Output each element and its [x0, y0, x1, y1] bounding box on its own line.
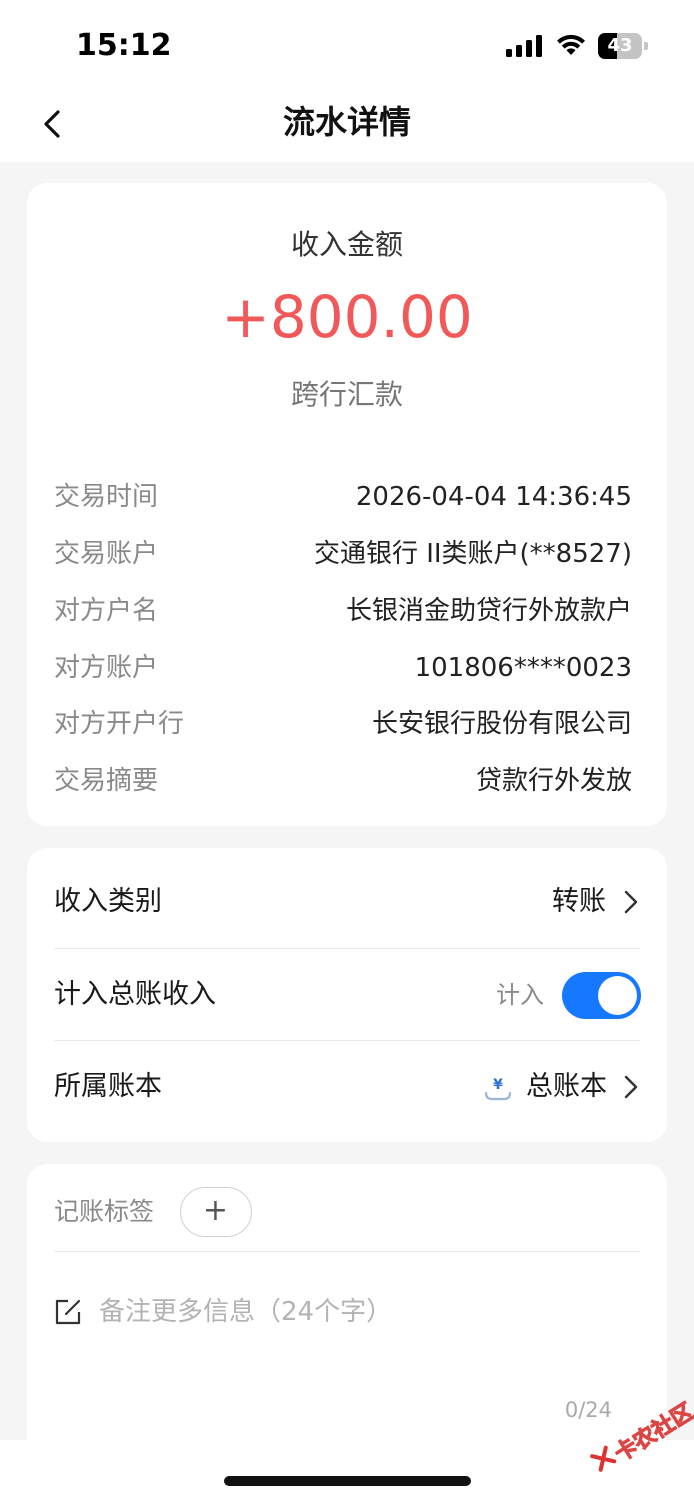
detail-value: 101806****0023: [414, 653, 632, 683]
notes-input[interactable]: [99, 1290, 619, 1334]
svg-text:¥: ¥: [493, 1077, 503, 1093]
add-tag-button[interactable]: +: [180, 1187, 252, 1237]
detail-value: 长银消金助贷行外放款户: [345, 596, 632, 626]
ledger-book-icon: ¥: [484, 1077, 512, 1101]
ledger-income-toggle[interactable]: [562, 972, 641, 1019]
back-button[interactable]: [36, 104, 76, 148]
detail-row-counterparty-bank: 对方开户行 长安银行股份有限公司: [54, 704, 632, 744]
detail-value: 长安银行股份有限公司: [371, 709, 632, 739]
battery-percentage: 43: [607, 35, 633, 56]
income-category-value: 转账: [552, 886, 606, 917]
chevron-right-icon: [624, 890, 638, 914]
transaction-settings-card: 收入类别 转账 计入总账收入 计入 所属账本 ¥ 总账本: [27, 848, 667, 1142]
transaction-type: 跨行汇款: [290, 378, 403, 411]
ledger-book-label: 所属账本: [54, 1071, 162, 1102]
tags-label: 记账标签: [54, 1197, 155, 1226]
detail-row-counterparty-name: 对方户名 长银消金助贷行外放款户: [54, 591, 632, 631]
ledger-book-value: 总账本: [526, 1071, 607, 1102]
transaction-summary-card: 收入金额 +800.00 跨行汇款 交易时间 2026-04-04 14:36:…: [27, 183, 667, 826]
battery-icon: 43: [598, 33, 648, 59]
plus-icon: +: [202, 1193, 229, 1228]
detail-label: 交易账户: [54, 539, 159, 569]
income-category-label: 收入类别: [54, 886, 162, 917]
ledger-income-caption: 计入: [496, 981, 544, 1009]
income-category-row[interactable]: 收入类别 转账: [54, 856, 640, 948]
divider: [54, 1251, 640, 1252]
page-title: 流水详情: [282, 103, 411, 141]
status-time: 15:12: [76, 28, 172, 63]
chevron-right-icon: [624, 1075, 638, 1099]
toggle-knob: [598, 976, 637, 1015]
wifi-icon: [557, 34, 585, 55]
edit-note-icon: [55, 1299, 81, 1325]
notes-card: 记账标签 + 0/24: [27, 1164, 667, 1464]
detail-label: 对方账户: [54, 653, 159, 683]
detail-row-time: 交易时间 2026-04-04 14:36:45: [54, 477, 632, 517]
amount-value: +800.00: [221, 283, 473, 351]
amount-label: 收入金额: [290, 228, 403, 261]
detail-label: 对方户名: [54, 596, 159, 626]
detail-label: 交易摘要: [54, 766, 159, 796]
cellular-signal-icon: [506, 35, 542, 57]
detail-value: 2026-04-04 14:36:45: [355, 482, 632, 512]
detail-label: 对方开户行: [54, 709, 185, 739]
status-bar: 15:12 43: [0, 0, 694, 90]
detail-row-counterparty-account: 对方账户 101806****0023: [54, 648, 632, 688]
ledger-income-label: 计入总账收入: [54, 979, 216, 1010]
detail-value: 交通银行 II类账户(**8527): [313, 539, 632, 569]
navigation-bar: 流水详情: [0, 90, 694, 162]
detail-value: 贷款行外发放: [475, 766, 632, 796]
ledger-income-row: 计入总账收入 计入: [54, 949, 641, 1041]
home-indicator[interactable]: [224, 1476, 471, 1486]
detail-row-summary: 交易摘要 贷款行外发放: [54, 761, 632, 801]
ledger-book-row[interactable]: 所属账本 ¥ 总账本: [54, 1041, 640, 1133]
detail-row-account: 交易账户 交通银行 II类账户(**8527): [54, 534, 632, 574]
chevron-left-icon: [44, 110, 60, 138]
detail-label: 交易时间: [54, 482, 159, 512]
